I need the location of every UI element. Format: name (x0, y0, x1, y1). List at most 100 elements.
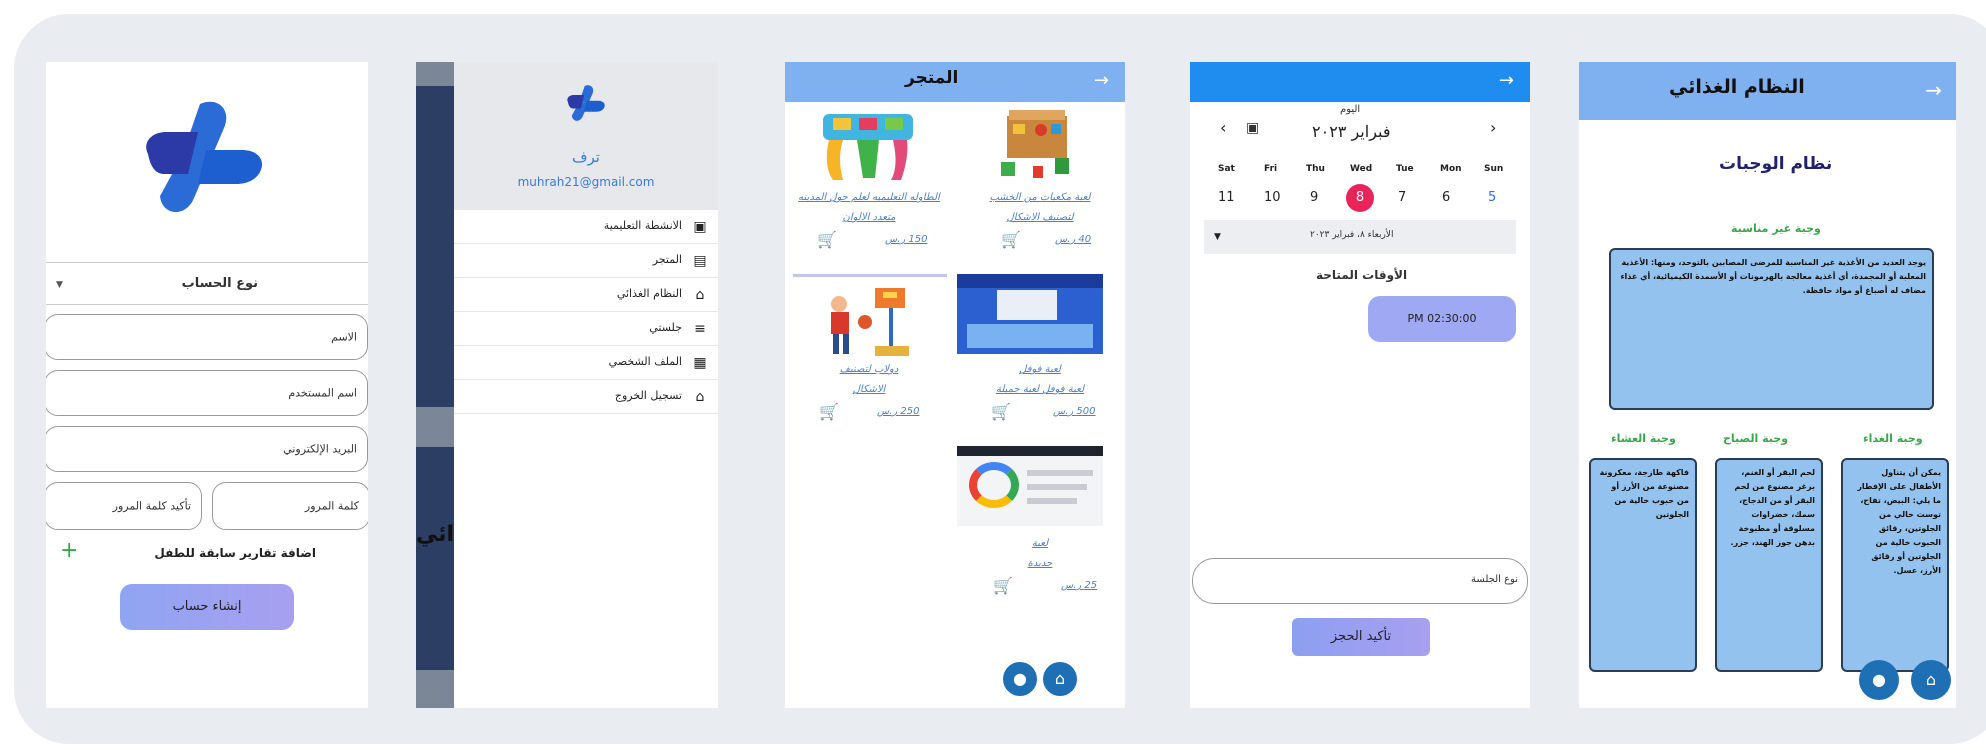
product-image (957, 446, 1103, 526)
selected-date-label: الأربعاء ٨، فبراير ٢٠٢٣ (1310, 230, 1394, 240)
chevron-down-icon: ▼ (56, 280, 63, 290)
breakfast-card: لحم البقر أو الغنم، برغر مصنوع من لحم ال… (1715, 458, 1823, 672)
weekday-label: Fri (1264, 164, 1278, 174)
home-fab-icon[interactable]: ⌂ (1911, 660, 1951, 700)
password-field[interactable]: كلمة المرور (212, 482, 368, 530)
chevron-right-icon[interactable]: › (1490, 118, 1496, 137)
cart-icon[interactable]: 🛒 (1001, 230, 1021, 249)
date-cell-selected[interactable]: 8 (1346, 184, 1374, 212)
back-arrow-icon[interactable]: → (1925, 78, 1942, 102)
signup-screen: ▼ نوع الحساب الاسم اسم المستخدم البريد ا… (46, 62, 368, 708)
app-name: ترف (571, 148, 600, 166)
store-icon: ▤ (693, 253, 707, 269)
plus-icon[interactable]: + (60, 540, 78, 562)
menu-item-logout[interactable]: ⌂ تسجيل الخروج (454, 380, 718, 414)
email-field[interactable]: البريد الإلكتروني (46, 426, 368, 472)
strip-footer (416, 670, 456, 708)
product-image (823, 114, 913, 180)
product-name[interactable]: لعبة مكعبات من الخشب (957, 188, 1123, 208)
date-cell[interactable]: 7 (1398, 190, 1406, 205)
username-field[interactable]: اسم المستخدم (46, 370, 368, 416)
product-card[interactable]: دولاب لتصنيف الاشكال 🛒 250 ر.س (785, 272, 953, 428)
chevron-down-icon: ▼ (1214, 232, 1221, 242)
list-icon: ≡ (694, 321, 706, 337)
menu-label: جلستي (649, 321, 682, 334)
confirm-password-field[interactable]: تأكيد كلمة المرور (46, 482, 202, 530)
product-price: 40 ر.س (1055, 234, 1092, 245)
product-name-line2[interactable]: متعدد الالوان (785, 208, 953, 228)
product-image (831, 288, 909, 356)
breakfast-title: وجبة الصباح (1723, 432, 1789, 445)
behind-title-fragment: ائي (416, 522, 455, 547)
date-cell[interactable]: 6 (1442, 190, 1450, 205)
date-cell[interactable]: 5 (1488, 190, 1496, 205)
product-name-line2[interactable]: لتصنيف الاشكال (957, 208, 1123, 228)
confirm-booking-button[interactable]: تأكيد الحجز (1292, 618, 1430, 656)
meals-subtitle: نظام الوجبات (1719, 154, 1833, 174)
menu-label: الملف الشخصي (608, 355, 682, 368)
session-type-placeholder: نوع الجلسة (1471, 574, 1518, 585)
weekday-label: Sat (1218, 164, 1235, 174)
app-logo-small (567, 85, 605, 121)
menu-item-diet[interactable]: ⌂ النظام الغذائي (454, 278, 718, 312)
cart-icon[interactable]: 🛒 (991, 402, 1011, 421)
user-email: muhrah21@gmail.com (517, 175, 655, 189)
add-reports-label: اضافة تقارير سابقة للطفل (154, 546, 316, 560)
menu-item-store[interactable]: ▤ المتجر (454, 244, 718, 278)
product-name[interactable]: لعبة (957, 534, 1123, 554)
breakfast-text: لحم البقر أو الغنم، برغر مصنوع من لحم ال… (1730, 468, 1815, 547)
profile-fab-icon[interactable]: ● (1003, 662, 1037, 696)
home-fab-icon[interactable]: ⌂ (1043, 662, 1077, 696)
cart-icon[interactable]: 🛒 (817, 230, 837, 249)
today-label[interactable]: اليوم (1340, 104, 1360, 115)
product-price: 250 ر.س (877, 406, 920, 417)
product-card[interactable]: لعبة جديدة 🛒 25 ر.س (957, 444, 1123, 600)
profile-icon: ▦ (693, 355, 707, 371)
app-logo (146, 101, 262, 213)
lunch-card: يمكن أن يتناول الأطفال على الإفطار ما يل… (1841, 458, 1949, 672)
product-price: 25 ر.س (1061, 580, 1098, 591)
unsuitable-meal-title: وجبة غير مناسبة (1731, 222, 1821, 235)
product-card[interactable]: لعبة مكعبات من الخشب لتصنيف الاشكال 🛒 40… (957, 102, 1123, 258)
weekday-label: Wed (1350, 164, 1373, 174)
home-icon: ⌂ (695, 389, 705, 405)
menu-item-activities[interactable]: ▣ الانشطة التعليمية (454, 210, 718, 244)
product-name[interactable]: دولاب لتصنيف (785, 360, 953, 380)
product-name-line2[interactable]: لعبة فوفل لعبة جميلة (957, 380, 1123, 400)
cart-icon[interactable]: 🛒 (819, 402, 839, 421)
menu-label: تسجيل الخروج (614, 389, 682, 402)
profile-fab-icon[interactable]: ● (1859, 660, 1899, 700)
weekday-label: Tue (1396, 164, 1414, 174)
product-name-line2[interactable]: الاشكال (785, 380, 953, 400)
diet-screen: → النظام الغذائي نظام الوجبات وجبة غير م… (1579, 62, 1956, 708)
menu-item-profile[interactable]: ▦ الملف الشخصي (454, 346, 718, 380)
password-placeholder: كلمة المرور (304, 499, 359, 513)
calendar-icon[interactable]: ▣ (1246, 120, 1259, 136)
date-cell[interactable]: 11 (1218, 190, 1235, 205)
product-card[interactable]: الطاوله التعليميه لعلم حول المدينه متعدد… (785, 102, 953, 258)
menu-item-sessions[interactable]: ≡ جلستي (454, 312, 718, 346)
chevron-left-icon[interactable]: ‹ (1220, 118, 1226, 137)
weekday-label: Sun (1484, 164, 1504, 174)
cart-icon[interactable]: 🛒 (993, 576, 1013, 595)
product-name-line2[interactable]: جديدة (957, 554, 1123, 574)
unsuitable-meal-card: يوجد العديد من الأغذية غير المناسبة للمر… (1609, 248, 1934, 410)
username-placeholder: اسم المستخدم (288, 386, 357, 400)
weekday-label: Mon (1440, 164, 1462, 174)
name-field[interactable]: الاسم (46, 314, 368, 360)
back-arrow-icon[interactable]: → (1094, 70, 1109, 91)
create-account-button[interactable]: إنشاء حساب (120, 584, 294, 630)
back-arrow-icon[interactable]: → (1499, 70, 1514, 91)
date-cell[interactable]: 9 (1310, 190, 1318, 205)
dinner-title: وجبة العشاء (1611, 432, 1676, 445)
product-name[interactable]: الطاوله التعليميه لعلم حول المدينه (785, 188, 953, 208)
product-price: 150 ر.س (885, 234, 928, 245)
account-type-select[interactable]: نوع الحساب (182, 276, 258, 291)
dinner-text: فاكهة طازجة، معكرونة مصنوعة من الأرز أو … (1599, 468, 1689, 519)
product-image (1001, 110, 1069, 178)
product-card[interactable]: لعبة فوفل لعبة فوفل لعبة جميلة 🛒 500 ر.س (957, 272, 1123, 428)
menu-label: المتجر (652, 253, 682, 266)
time-slot-button[interactable]: PM 02:30:00 (1368, 296, 1516, 342)
date-cell[interactable]: 10 (1264, 190, 1281, 205)
product-name[interactable]: لعبة فوفل (957, 360, 1123, 380)
